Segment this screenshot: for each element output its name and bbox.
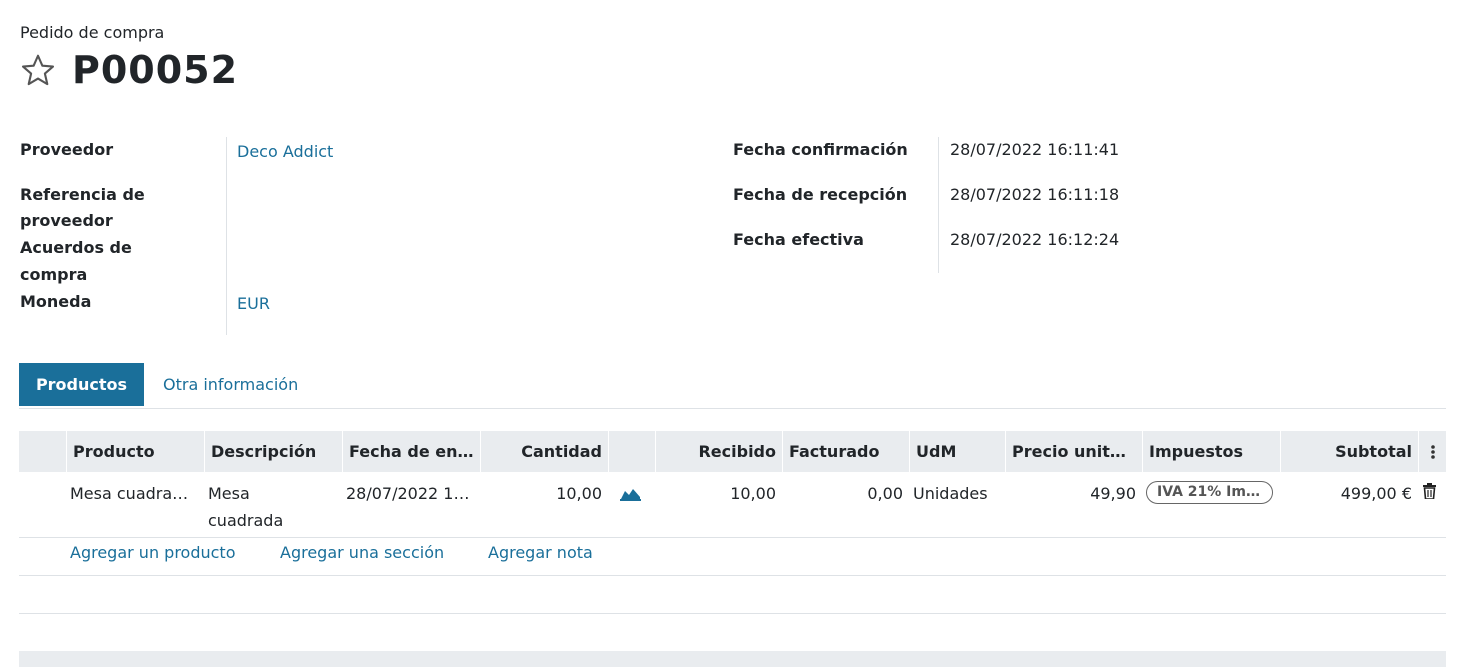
cell-date[interactable]: 28/07/2022 1… <box>346 480 474 507</box>
cell-subtotal: 499,00 € <box>1340 484 1412 503</box>
header-received[interactable]: Recibido <box>655 431 782 472</box>
currency-link[interactable]: EUR <box>237 291 270 318</box>
column-options-button[interactable] <box>1418 431 1446 472</box>
cell-unit-price[interactable]: 49,90 <box>1005 480 1136 507</box>
empty-row <box>19 576 1446 614</box>
tax-badge[interactable]: IVA 21% Im… <box>1146 481 1273 504</box>
vendor-link[interactable]: Deco Addict <box>237 139 333 166</box>
star-icon[interactable] <box>20 52 56 88</box>
title-row: P00052 <box>20 48 238 92</box>
vendor-ref-label-line2: proveedor <box>20 211 113 230</box>
receipt-date-label: Fecha de recepción <box>733 185 908 204</box>
header-handle-col <box>19 431 66 472</box>
forecast-chart-icon[interactable] <box>620 485 641 501</box>
confirm-date-value: 28/07/2022 16:11:41 <box>950 140 1120 159</box>
agreement-label-line2: compra <box>20 265 88 284</box>
header-description[interactable]: Descripción <box>204 431 342 472</box>
header-date[interactable]: Fecha de en… <box>342 431 480 472</box>
cell-description-line2[interactable]: cuadrada <box>208 507 338 534</box>
tab-products[interactable]: Productos <box>19 363 144 406</box>
effective-date-label: Fecha efectiva <box>733 230 864 249</box>
add-line-row: Agregar un producto Agregar una sección … <box>19 538 1446 576</box>
cell-quantity[interactable]: 10,00 <box>480 480 602 507</box>
vendor-label: Proveedor <box>20 140 114 159</box>
header-unit-price[interactable]: Precio unita… <box>1005 431 1142 472</box>
trash-icon[interactable] <box>1423 483 1436 499</box>
form-subtitle: Pedido de compra <box>20 23 165 42</box>
currency-label: Moneda <box>20 292 92 311</box>
confirm-date-label: Fecha confirmación <box>733 140 908 159</box>
table-row[interactable]: Mesa cuadra… Mesa cuadrada 28/07/2022 1…… <box>19 472 1446 538</box>
effective-date-value: 28/07/2022 16:12:24 <box>950 230 1120 249</box>
add-section-link[interactable]: Agregar una sección <box>280 543 444 562</box>
header-billed[interactable]: Facturado <box>782 431 909 472</box>
cell-billed[interactable]: 0,00 <box>782 480 903 507</box>
agreement-label-line1: Acuerdos de <box>20 238 132 257</box>
header-quantity[interactable]: Cantidad <box>480 431 608 472</box>
header-taxes[interactable]: Impuestos <box>1142 431 1280 472</box>
cell-received[interactable]: 10,00 <box>655 480 776 507</box>
table-header: Producto Descripción Fecha de en… Cantid… <box>19 431 1446 472</box>
order-title: P00052 <box>72 48 239 92</box>
table-footer <box>19 651 1446 667</box>
right-field-divider <box>938 137 939 273</box>
tab-other-info[interactable]: Otra información <box>163 363 298 406</box>
cell-uom[interactable]: Unidades <box>913 480 1003 507</box>
notebook-tabs: Productos Otra información <box>19 363 1446 409</box>
header-forecast-col <box>608 431 655 472</box>
receipt-date-value: 28/07/2022 16:11:18 <box>950 185 1120 204</box>
vendor-ref-label-line1: Referencia de <box>20 185 145 204</box>
cell-product[interactable]: Mesa cuadra… <box>70 480 200 507</box>
header-uom[interactable]: UdM <box>909 431 1005 472</box>
kebab-icon <box>1430 444 1435 459</box>
header-subtotal[interactable]: Subtotal <box>1280 431 1418 472</box>
add-note-link[interactable]: Agregar nota <box>488 543 593 562</box>
add-product-link[interactable]: Agregar un producto <box>70 543 236 562</box>
left-field-divider <box>226 137 227 335</box>
cell-description-line1[interactable]: Mesa <box>208 480 338 507</box>
header-product[interactable]: Producto <box>66 431 204 472</box>
